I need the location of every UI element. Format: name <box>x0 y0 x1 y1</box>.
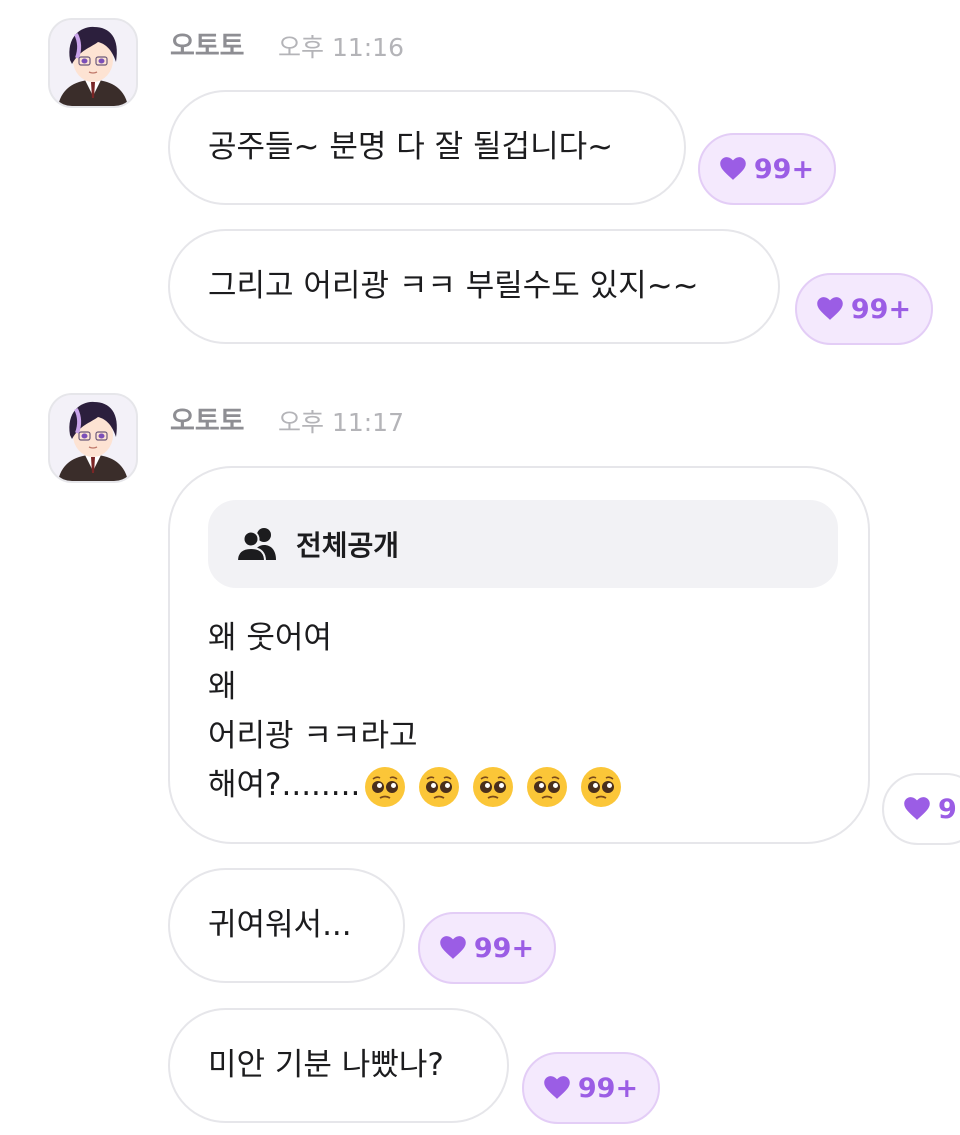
pleading-face-icon <box>473 766 514 807</box>
heart-icon <box>817 297 843 320</box>
post-line-last: 해여?........ <box>208 761 622 810</box>
pleading-face-icon <box>365 766 406 807</box>
message-bubble[interactable]: 공주들~ 분명 다 잘 될겁니다~ <box>168 90 686 205</box>
message-bubble[interactable]: 그리고 어리광 ㅋㅋ 부릴수도 있지~~ <box>168 229 780 344</box>
people-icon <box>236 528 276 562</box>
visibility-label: 전체공개 <box>296 529 400 562</box>
like-badge[interactable]: 99+ <box>698 133 836 205</box>
avatar[interactable] <box>48 18 138 108</box>
sender-name: 오토토 <box>170 406 245 437</box>
character-avatar-icon <box>50 20 136 106</box>
message-text: 귀여워서... <box>208 907 352 943</box>
message-bubble[interactable]: 귀여워서... <box>168 868 405 983</box>
like-badge[interactable]: 99+ <box>418 912 556 984</box>
message-text: 공주들~ 분명 다 잘 될겁니다~ <box>208 129 614 165</box>
sender-name: 오토토 <box>170 31 245 62</box>
pleading-face-icon <box>527 766 568 807</box>
post-body: 왜 웃어여 왜 어리광 ㅋㅋ라고 해여?........ <box>208 614 622 810</box>
avatar[interactable] <box>48 393 138 483</box>
post-line: 어리광 ㅋㅋ라고 <box>208 718 418 754</box>
message-bubble[interactable]: 미안 기분 나빴나? <box>168 1008 509 1123</box>
pleading-face-icon <box>581 766 622 807</box>
like-count: 9 <box>938 793 957 825</box>
message-time: 오후 11:17 <box>278 408 404 437</box>
character-avatar-icon <box>50 395 136 481</box>
message-text: 그리고 어리광 ㅋㅋ 부릴수도 있지~~ <box>208 268 699 304</box>
post-card[interactable]: 전체공개 왜 웃어여 왜 어리광 ㅋㅋ라고 해여?........ <box>168 466 870 844</box>
like-count: 99+ <box>850 293 912 325</box>
message-time: 오후 11:16 <box>278 33 404 62</box>
post-line: 왜 <box>208 669 237 705</box>
like-count: 99+ <box>473 932 535 964</box>
visibility-header[interactable]: 전체공개 <box>208 500 838 588</box>
heart-icon <box>544 1076 570 1099</box>
like-badge[interactable]: 9 <box>882 773 960 845</box>
post-line-text: 해여?........ <box>208 767 361 803</box>
like-badge[interactable]: 99+ <box>522 1052 660 1124</box>
emoji-row <box>364 766 622 808</box>
pleading-face-icon <box>419 766 460 807</box>
heart-icon <box>720 157 746 180</box>
message-text: 미안 기분 나빴나? <box>208 1047 444 1083</box>
heart-icon <box>440 936 466 959</box>
post-line: 왜 웃어여 <box>208 620 332 656</box>
like-count: 99+ <box>577 1072 639 1104</box>
like-badge[interactable]: 99+ <box>795 273 933 345</box>
heart-icon <box>904 797 930 820</box>
like-count: 99+ <box>753 153 815 185</box>
